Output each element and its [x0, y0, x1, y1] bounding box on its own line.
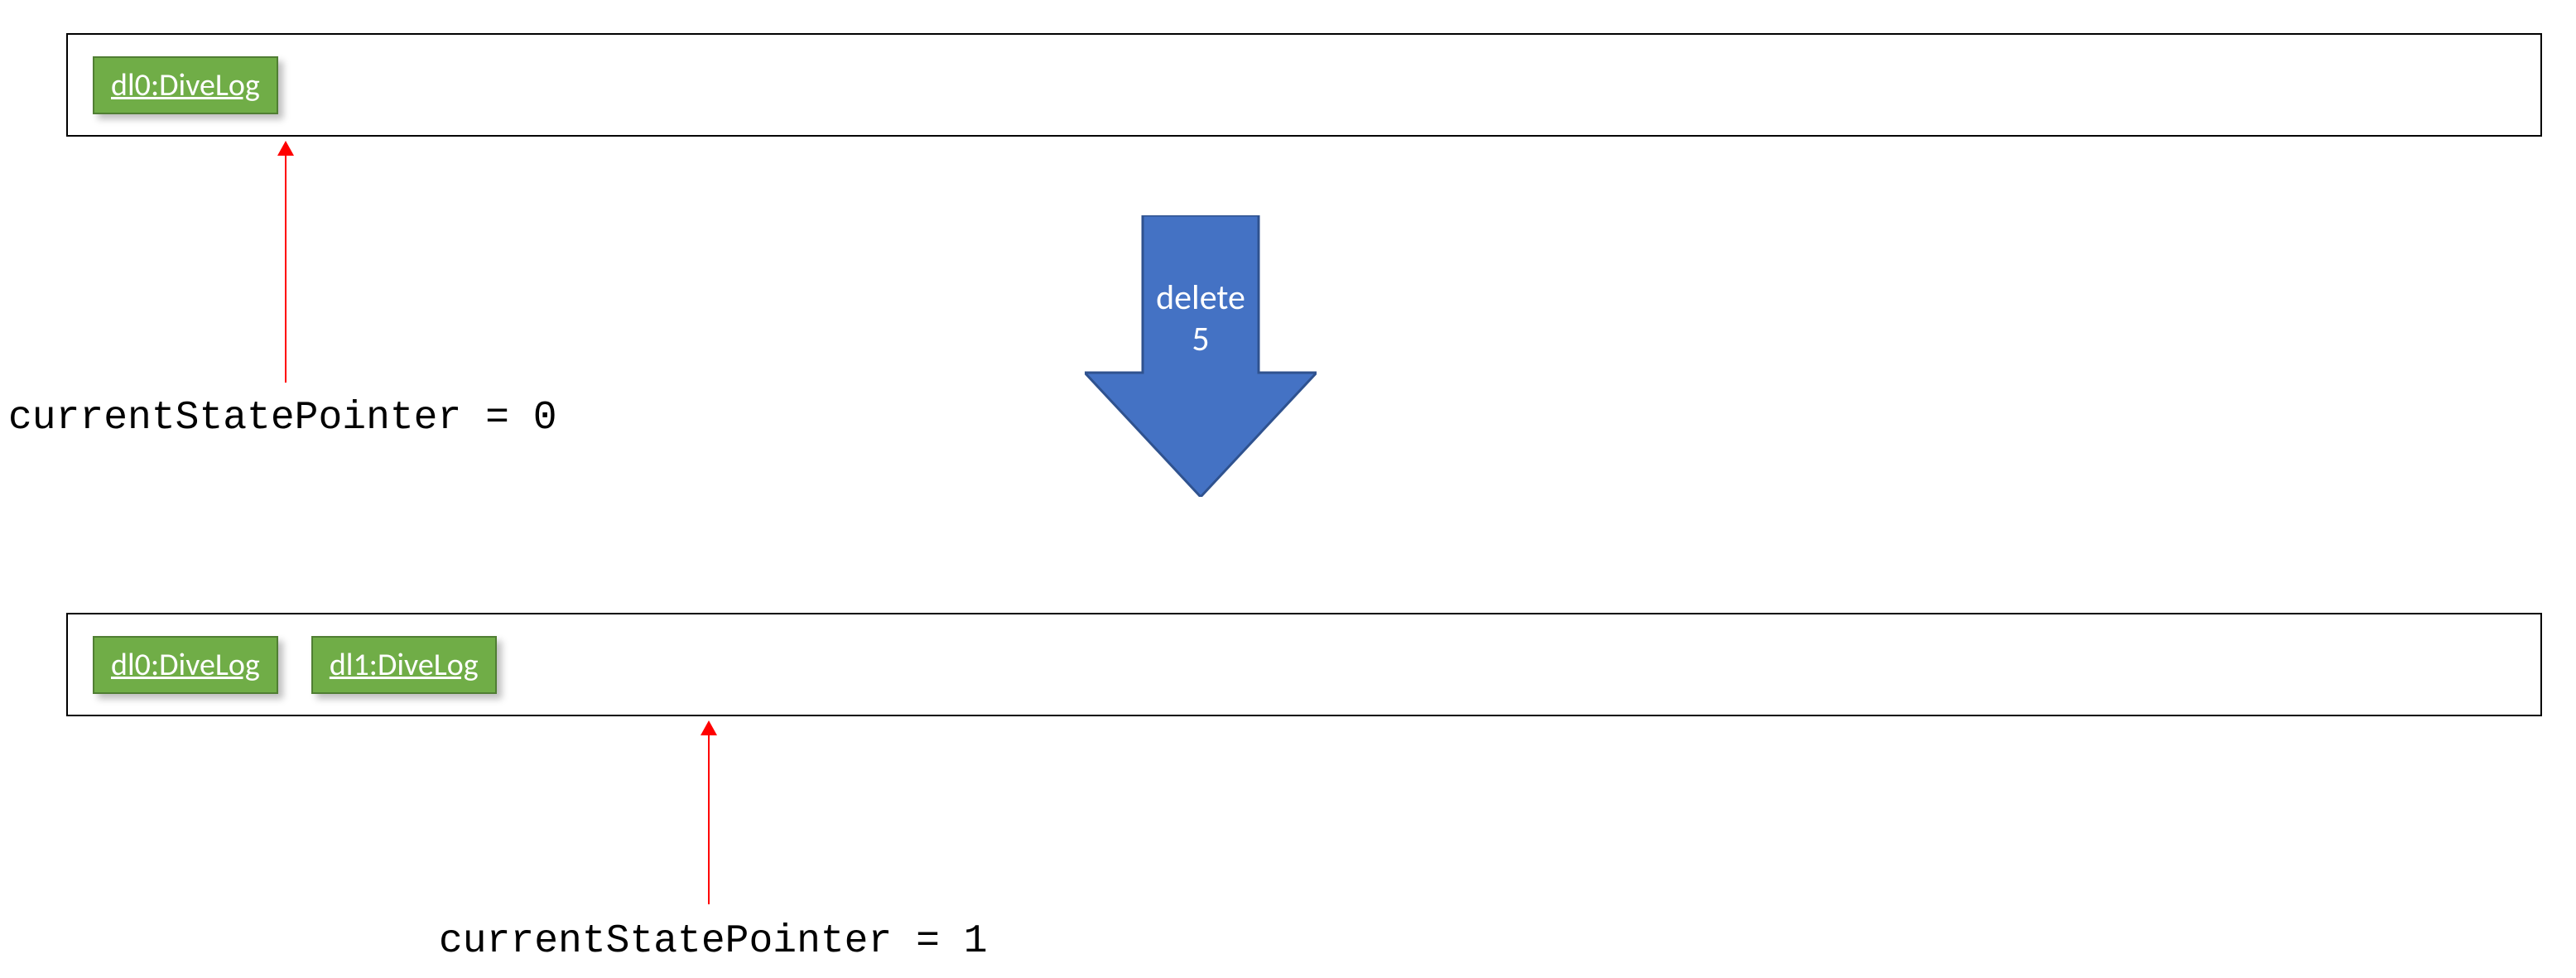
state-container-after: dl0:DiveLog dl1:DiveLog [66, 613, 2542, 716]
diagram-canvas: dl0:DiveLog currentStatePointer = 0 dele… [0, 0, 2576, 978]
divelog-box-0-before: dl0:DiveLog [93, 56, 278, 114]
transition-arrow: delete 5 [1085, 215, 1317, 497]
divelog-box-0-after: dl0:DiveLog [93, 636, 278, 694]
state-container-before: dl0:DiveLog [66, 33, 2542, 137]
transition-label: delete 5 [1085, 277, 1317, 361]
transition-label-line2: 5 [1192, 318, 1209, 360]
divelog-box-1-after: dl1:DiveLog [311, 636, 497, 694]
pointer-arrow-before [285, 151, 286, 383]
pointer-arrow-after [708, 730, 710, 904]
transition-label-line1: delete [1156, 277, 1245, 319]
pointer-label-after: currentStatePointer = 1 [439, 919, 988, 964]
pointer-label-before: currentStatePointer = 0 [8, 396, 557, 441]
